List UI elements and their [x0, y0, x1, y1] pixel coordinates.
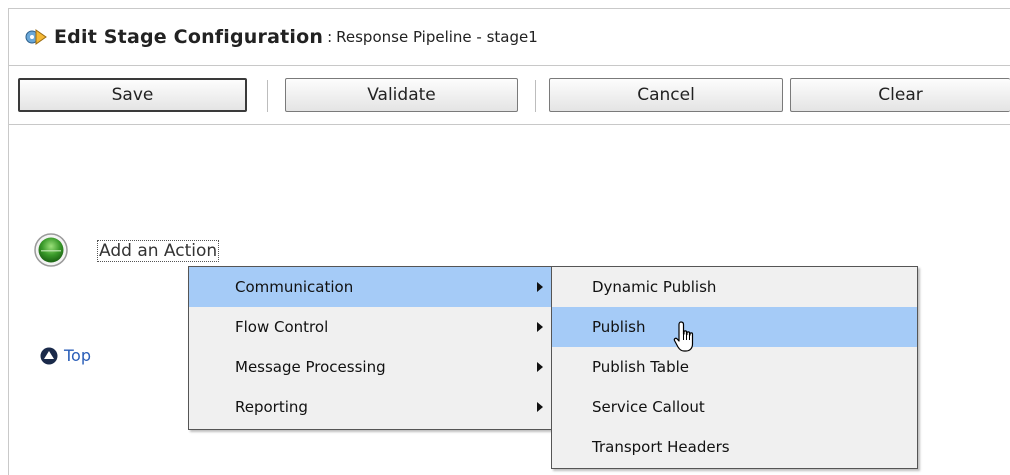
- up-arrow-circle-icon: [40, 347, 58, 364]
- action-category-menu: Communication Flow Control Message Proce…: [188, 266, 552, 430]
- menu-item-label: Communication: [235, 278, 354, 296]
- green-circle-icon[interactable]: [33, 232, 69, 268]
- menu-item-service-callout[interactable]: Service Callout: [552, 387, 917, 427]
- header-divider: [9, 65, 1010, 66]
- validate-button[interactable]: Validate: [285, 78, 518, 112]
- menu-item-transport-headers[interactable]: Transport Headers: [552, 427, 917, 467]
- menu-item-message-processing[interactable]: Message Processing: [189, 347, 551, 387]
- page-subtitle: Response Pipeline - stage1: [336, 28, 538, 46]
- top-link[interactable]: Top: [40, 346, 91, 365]
- toolbar: Save Validate Cancel Clear: [9, 70, 1010, 126]
- save-button[interactable]: Save: [18, 78, 247, 112]
- page-title: Edit Stage Configuration: [54, 26, 324, 48]
- menu-item-label: Message Processing: [235, 358, 386, 376]
- menu-item-label: Flow Control: [235, 318, 329, 336]
- hand-cursor-icon: [673, 321, 694, 352]
- menu-item-dynamic-publish[interactable]: Dynamic Publish: [552, 267, 917, 307]
- add-action-link[interactable]: Add an Action: [97, 240, 220, 262]
- page-header: Edit Stage Configuration : Response Pipe…: [24, 26, 538, 48]
- toolbar-divider: [9, 124, 1010, 125]
- toolbar-separator: [535, 80, 536, 112]
- toolbar-separator: [267, 80, 268, 112]
- menu-item-label: Transport Headers: [592, 438, 730, 456]
- menu-item-label: Dynamic Publish: [592, 278, 717, 296]
- menu-item-publish-table[interactable]: Publish Table: [552, 347, 917, 387]
- menu-item-flow-control[interactable]: Flow Control: [189, 307, 551, 347]
- menu-item-label: Reporting: [235, 398, 308, 416]
- menu-item-communication[interactable]: Communication: [189, 267, 551, 307]
- top-link-label: Top: [64, 346, 91, 365]
- menu-item-label: Publish: [592, 318, 646, 336]
- communication-submenu: Dynamic Publish Publish Publish Table Se…: [551, 266, 918, 469]
- submenu-arrow-icon: [537, 402, 543, 412]
- menu-item-label: Service Callout: [592, 398, 705, 416]
- submenu-arrow-icon: [537, 282, 543, 292]
- submenu-arrow-icon: [537, 362, 543, 372]
- title-separator: :: [327, 28, 333, 46]
- menu-item-publish[interactable]: Publish: [552, 307, 917, 347]
- clear-button[interactable]: Clear: [790, 78, 1010, 112]
- menu-item-label: Publish Table: [592, 358, 690, 376]
- cancel-button[interactable]: Cancel: [549, 78, 783, 112]
- submenu-arrow-icon: [537, 322, 543, 332]
- menu-item-reporting[interactable]: Reporting: [189, 387, 551, 427]
- stage-config-icon: [25, 29, 47, 45]
